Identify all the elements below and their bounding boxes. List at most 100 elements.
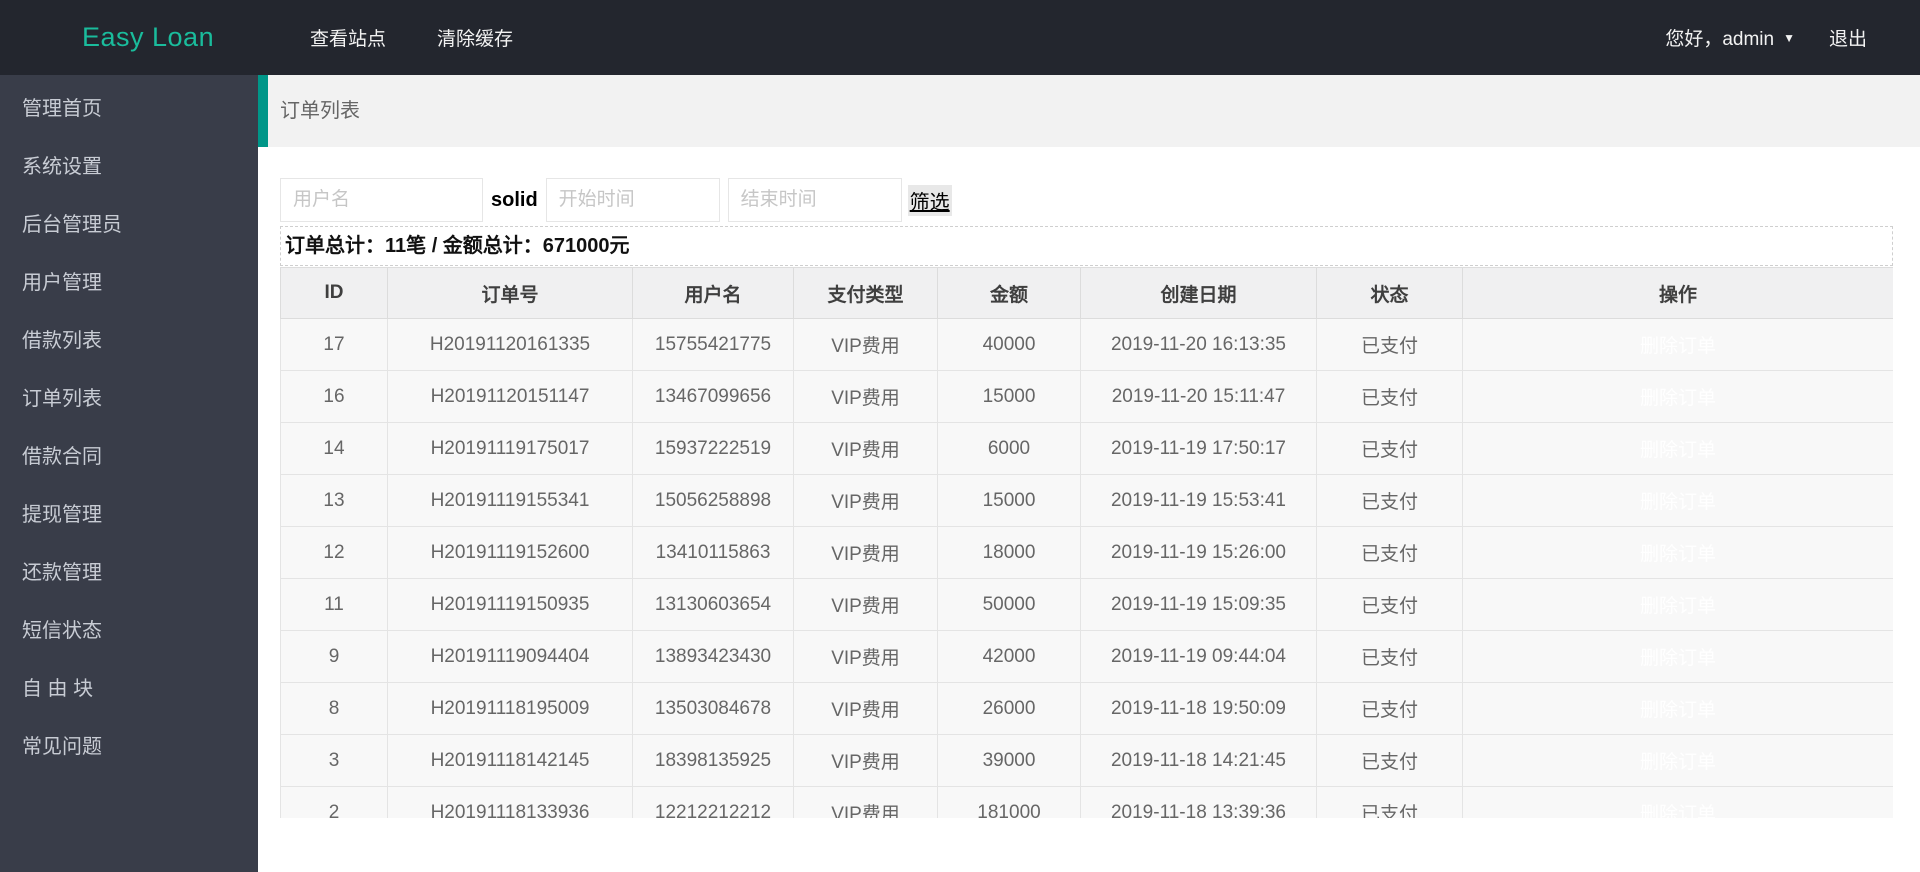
sidebar-item[interactable]: 常见问题 [0,718,258,776]
table-cell: 2 [280,786,388,818]
table-cell: 14 [280,422,388,475]
end-time-input[interactable] [727,178,902,222]
delete-order-link[interactable]: 删除订单 [1640,648,1716,669]
table-cell: 已支付 [1316,370,1463,423]
delete-order-link[interactable]: 删除订单 [1640,440,1716,461]
delete-order-link[interactable]: 删除订单 [1640,804,1716,818]
table-cell: 已支付 [1316,578,1463,631]
table-cell: 11 [280,578,388,631]
start-time-input[interactable] [545,178,720,222]
sidebar-item[interactable]: 用户管理 [0,254,258,312]
actions-cell: 删除订单 [1462,786,1893,818]
table-cell: 181000 [937,786,1081,818]
table-row: 11 H20191119150935 13130603654 VIP费用 50000 20… [280,578,1893,631]
delete-order-link[interactable]: 删除订单 [1640,544,1716,565]
top-navbar: Easy Loan 查看站点 清除缓存 您好，admin ▼ 退出 [0,0,1920,75]
column-header: 支付类型 [793,267,938,319]
user-menu[interactable]: 您好，admin ▼ [1665,24,1795,51]
table-cell: VIP费用 [793,786,938,818]
sidebar-item[interactable]: 订单列表 [0,370,258,428]
navbar-link[interactable]: 清除缓存 [437,24,513,51]
actions-cell: 删除订单 [1462,682,1893,735]
table-cell: 16 [280,370,388,423]
sidebar-item[interactable]: 借款列表 [0,312,258,370]
sidebar-menu: 管理首页 系统设置 后台管理员 用户管理 借款列表 订单列表 借款合同 提现管理 还款管理 短信状… [0,75,258,776]
table-cell: 12212212212 [632,786,794,818]
order-summary-text: 订单总计：11笔 / 金额总计：671000元 [285,235,630,257]
username-input[interactable] [280,178,483,222]
content: solid 筛选 订单总计：11笔 / 金额总计：671000元 ID订单号用户… [258,147,1920,818]
page-title-bar: 订单列表 [258,75,1920,147]
sidebar-item[interactable]: 系统设置 [0,138,258,196]
table-cell: 15937222519 [632,422,794,475]
table-cell: 13 [280,474,388,527]
table-cell: 9 [280,630,388,683]
table-cell: 40000 [937,318,1081,371]
navbar-link[interactable]: 查看站点 [310,24,386,51]
filter-button[interactable]: 筛选 [907,184,952,216]
table-cell: VIP费用 [793,578,938,631]
delete-order-link[interactable]: 删除订单 [1640,492,1716,513]
table-cell: H20191119152600 [387,526,633,579]
table-cell: VIP费用 [793,370,938,423]
table-row: 13 H20191119155341 15056258898 VIP费用 15000 20… [280,474,1893,527]
table-cell: VIP费用 [793,526,938,579]
app-logo: Easy Loan [82,22,215,52]
table-row: 14 H20191119175017 15937222519 VIP费用 6000 201… [280,422,1893,475]
sidebar-item[interactable]: 借款合同 [0,428,258,486]
filter-bar: solid 筛选 [280,178,1893,222]
table-cell: 17 [280,318,388,371]
table-cell: 已支付 [1316,422,1463,475]
table-header-row: ID 订单号 用户名 支付类型 金额 创建日期 状态 操作 [280,267,1893,319]
table-cell: 13503084678 [632,682,794,735]
order-summary: 订单总计：11笔 / 金额总计：671000元 [280,226,1893,266]
orders-table: ID 订单号 用户名 支付类型 金额 创建日期 状态 操作 17 H20191120161335… [280,267,1893,818]
table-cell: 2019-11-19 15:09:35 [1080,578,1317,631]
table-cell: 13893423430 [632,630,794,683]
table-cell: H20191120151147 [387,370,633,423]
table-cell: 2019-11-18 19:50:09 [1080,682,1317,735]
table-cell: 13410115863 [632,526,794,579]
actions-cell: 删除订单 [1462,734,1893,787]
main-area: 订单列表 solid 筛选 订单总计：11笔 / 金额总计：671000元 ID… [258,75,1920,872]
table-cell: VIP费用 [793,318,938,371]
table-cell: VIP费用 [793,422,938,475]
table-cell: 2019-11-19 17:50:17 [1080,422,1317,475]
table-cell: 已支付 [1316,786,1463,818]
table-row: 9 H20191119094404 13893423430 VIP费用 42000 201… [280,630,1893,683]
table-cell: H20191119155341 [387,474,633,527]
sidebar-item[interactable]: 短信状态 [0,602,258,660]
column-header: ID [280,267,388,319]
table-cell: VIP费用 [793,630,938,683]
sidebar-item[interactable]: 管理首页 [0,80,258,138]
column-header: 用户名 [632,267,794,319]
table-cell: 2019-11-20 15:11:47 [1080,370,1317,423]
delete-order-link[interactable]: 删除订单 [1640,388,1716,409]
table-cell: 2019-11-18 14:21:45 [1080,734,1317,787]
sidebar-item[interactable]: 后台管理员 [0,196,258,254]
actions-cell: 删除订单 [1462,630,1893,683]
chevron-down-icon: ▼ [1783,30,1795,45]
delete-order-link[interactable]: 删除订单 [1640,700,1716,721]
table-cell: H20191119175017 [387,422,633,475]
actions-cell: 删除订单 [1462,526,1893,579]
table-cell: 18000 [937,526,1081,579]
logout-link[interactable]: 退出 [1829,24,1867,51]
table-cell: 15755421775 [632,318,794,371]
delete-order-link[interactable]: 删除订单 [1640,752,1716,773]
table-cell: 已支付 [1316,630,1463,683]
user-greeting: 您好，admin [1665,29,1775,50]
sidebar-item[interactable]: 还款管理 [0,544,258,602]
table-cell: 8 [280,682,388,735]
navbar-links: 查看站点 清除缓存 [310,0,513,75]
sidebar-item[interactable]: 提现管理 [0,486,258,544]
delete-order-link[interactable]: 删除订单 [1640,596,1716,617]
table-cell: VIP费用 [793,474,938,527]
sidebar: 管理首页 系统设置 后台管理员 用户管理 借款列表 订单列表 借款合同 提现管理 还款管理 短信状… [0,75,258,872]
table-cell: 2019-11-19 09:44:04 [1080,630,1317,683]
sidebar-item[interactable]: 自 由 块 [0,660,258,718]
table-cell: 已支付 [1316,318,1463,371]
delete-order-link[interactable]: 删除订单 [1640,336,1716,357]
orders-table-wrapper: ID 订单号 用户名 支付类型 金额 创建日期 状态 操作 17 H20191120161335… [280,267,1893,818]
table-cell: 15000 [937,474,1081,527]
